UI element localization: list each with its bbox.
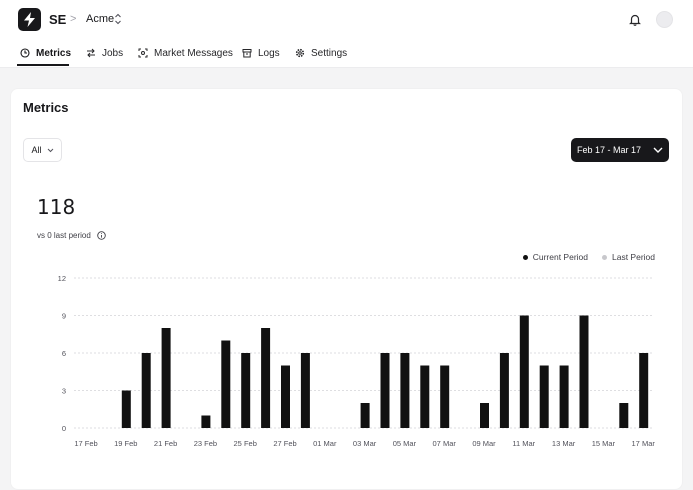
x-tick-label: 13 Mar bbox=[552, 439, 576, 448]
bar-current bbox=[201, 415, 211, 428]
bar-current bbox=[380, 353, 390, 428]
x-tick-label: 07 Mar bbox=[433, 439, 457, 448]
x-tick-label: 27 Feb bbox=[273, 439, 296, 448]
bar-current bbox=[141, 353, 151, 428]
x-tick-label: 25 Feb bbox=[234, 439, 257, 448]
x-tick-label: 09 Mar bbox=[472, 439, 496, 448]
x-tick-label: 17 Feb bbox=[74, 439, 97, 448]
bar-current bbox=[519, 315, 529, 428]
bar-current bbox=[579, 315, 589, 428]
bar-current bbox=[261, 328, 271, 428]
x-tick-label: 15 Mar bbox=[592, 439, 616, 448]
bar-current bbox=[639, 353, 649, 428]
y-tick-label: 3 bbox=[62, 387, 66, 396]
bar-current bbox=[241, 353, 251, 428]
y-tick-label: 0 bbox=[62, 424, 66, 433]
bar-current bbox=[400, 353, 410, 428]
x-tick-label: 19 Feb bbox=[114, 439, 137, 448]
bar-chart: 0 3 6 9 12 17 Feb 19 Feb 21 Feb 23 Feb 25 Feb 27 F… bbox=[58, 274, 656, 448]
bar-current bbox=[420, 365, 430, 428]
bar-current bbox=[559, 365, 569, 428]
x-tick-label: 05 Mar bbox=[393, 439, 417, 448]
bar-current bbox=[300, 353, 310, 428]
y-tick-label: 9 bbox=[62, 312, 66, 321]
x-tick-label: 17 Mar bbox=[632, 439, 656, 448]
x-tick-label: 11 Mar bbox=[512, 439, 535, 448]
bar-current bbox=[539, 365, 549, 428]
x-tick-label: 01 Mar bbox=[313, 439, 337, 448]
bar-current bbox=[360, 403, 370, 428]
x-tick-label: 21 Feb bbox=[154, 439, 177, 448]
bar-current bbox=[440, 365, 450, 428]
y-tick-label: 12 bbox=[58, 274, 66, 283]
x-tick-label: 03 Mar bbox=[353, 439, 377, 448]
bar-current bbox=[499, 353, 509, 428]
bar-current bbox=[480, 403, 489, 428]
bar-current bbox=[281, 365, 290, 428]
bar-current bbox=[161, 328, 171, 428]
bar-current bbox=[121, 390, 131, 428]
bar-current bbox=[221, 340, 231, 428]
y-tick-label: 6 bbox=[62, 349, 66, 358]
x-tick-label: 23 Feb bbox=[194, 439, 217, 448]
bar-current bbox=[619, 403, 629, 428]
